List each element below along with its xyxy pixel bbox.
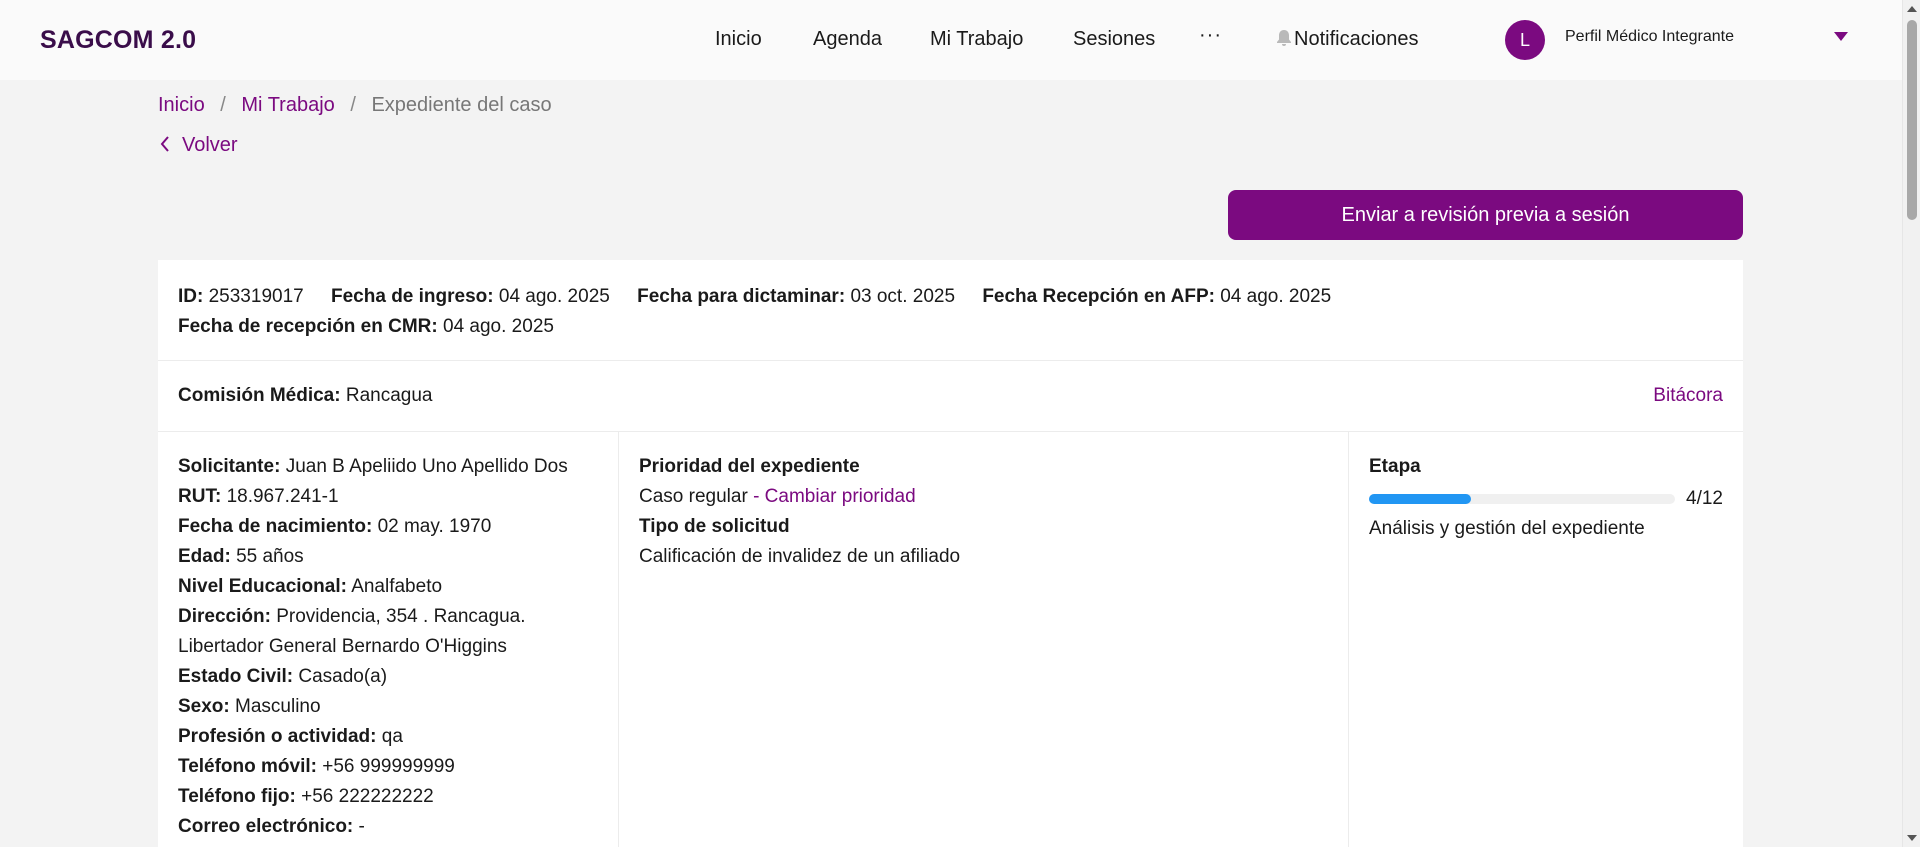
tipo-solicitud-title: Tipo de solicitud: [639, 516, 790, 537]
field-value: qa: [381, 726, 403, 747]
progress-label: 4/12: [1686, 488, 1723, 509]
field-value: +56 999999999: [322, 756, 455, 777]
breadcrumb-mi-trabajo[interactable]: Mi Trabajo: [241, 94, 334, 116]
scroll-down-arrow-icon[interactable]: [1907, 835, 1917, 841]
fecha-afp-value: 04 ago. 2025: [1220, 286, 1332, 307]
back-button[interactable]: Volver: [160, 134, 238, 157]
bell-icon: [1277, 30, 1291, 46]
fecha-ingreso-label: Fecha de ingreso:: [331, 286, 494, 307]
solicitante-field-row: RUT: 18.967.241-1: [178, 482, 598, 512]
nav-notificaciones-label: Notificaciones: [1294, 28, 1419, 50]
breadcrumb-current: Expediente del caso: [371, 94, 552, 116]
field-label: Teléfono móvil:: [178, 756, 317, 777]
nav-mi-trabajo[interactable]: Mi Trabajo: [930, 28, 1023, 51]
nav-agenda[interactable]: Agenda: [813, 28, 882, 51]
field-label: Fecha de nacimiento:: [178, 516, 373, 537]
solicitante-field-row: Edad: 55 años: [178, 542, 598, 572]
back-label: Volver: [182, 134, 238, 156]
top-navigation-bar: SAGCOM 2.0 Inicio Agenda Mi Trabajo Sesi…: [0, 0, 1902, 80]
case-ids-section: ID: 253319017 Fecha de ingreso: 04 ago. …: [158, 260, 1743, 361]
field-label: Edad:: [178, 546, 231, 567]
vertical-scrollbar[interactable]: [1902, 0, 1920, 847]
etapa-description: Análisis y gestión del expediente: [1369, 518, 1645, 539]
fecha-cmr-value: 04 ago. 2025: [443, 316, 554, 337]
field-value: Casado(a): [298, 666, 388, 687]
profile-name[interactable]: Perfil Médico Integrante: [1565, 28, 1734, 46]
nav-notificaciones[interactable]: Notificaciones: [1276, 28, 1419, 51]
field-value: Juan B Apeliido Uno Apellido Dos: [285, 456, 568, 477]
breadcrumb: Inicio / Mi Trabajo / Expediente del cas…: [158, 94, 552, 117]
etapa-progress: 4/12: [1369, 484, 1723, 514]
scrollbar-thumb[interactable]: [1907, 20, 1917, 220]
field-label: Sexo:: [178, 696, 230, 717]
fecha-cmr-label: Fecha de recepción en CMR:: [178, 316, 438, 337]
solicitante-field-row: Nivel Educacional: Analfabeto: [178, 572, 598, 602]
etapa-section: Etapa 4/12 Análisis y gestión del expedi…: [1349, 432, 1743, 847]
nav-sesiones[interactable]: Sesiones: [1073, 28, 1155, 51]
fecha-afp-label: Fecha Recepción en AFP:: [982, 286, 1215, 307]
id-label: ID:: [178, 286, 204, 307]
comision-label: Comisión Médica:: [178, 385, 341, 406]
send-to-review-button[interactable]: Enviar a revisión previa a sesión: [1228, 190, 1743, 240]
cambiar-prioridad-link[interactable]: Cambiar prioridad: [765, 486, 916, 507]
comision-value: Rancagua: [345, 385, 433, 406]
case-card: ID: 253319017 Fecha de ingreso: 04 ago. …: [158, 260, 1743, 847]
chevron-left-icon: [160, 136, 169, 152]
breadcrumb-separator: /: [350, 94, 356, 116]
field-label: Teléfono fijo:: [178, 786, 296, 807]
bitacora-link[interactable]: Bitácora: [1653, 385, 1723, 407]
prioridad-separator: -: [753, 486, 760, 507]
field-value: 18.967.241-1: [226, 486, 339, 507]
tipo-solicitud-value: Calificación de invalidez de un afiliado: [639, 546, 961, 567]
prioridad-title: Prioridad del expediente: [639, 456, 860, 477]
id-value: 253319017: [208, 286, 304, 307]
breadcrumb-inicio[interactable]: Inicio: [158, 94, 205, 116]
chevron-down-icon[interactable]: [1834, 32, 1848, 41]
avatar[interactable]: L: [1505, 20, 1545, 60]
prioridad-section: Prioridad del expediente Caso regular - …: [619, 432, 1349, 847]
solicitante-field-row: Solicitante: Juan B Apeliido Uno Apellid…: [178, 452, 598, 482]
field-label: Dirección:: [178, 606, 271, 627]
solicitante-field-row: Correo electrónico: -: [178, 812, 598, 842]
etapa-title: Etapa: [1369, 456, 1421, 477]
field-label: Estado Civil:: [178, 666, 294, 687]
field-value: 02 may. 1970: [377, 516, 492, 537]
field-value: +56 222222222: [301, 786, 434, 807]
field-label: Profesión o actividad:: [178, 726, 377, 747]
scroll-up-arrow-icon[interactable]: [1907, 6, 1917, 12]
field-label: Solicitante:: [178, 456, 281, 477]
solicitante-section: Solicitante: Juan B Apeliido Uno Apellid…: [158, 432, 619, 847]
solicitante-fields: Solicitante: Juan B Apeliido Uno Apellid…: [178, 452, 598, 842]
solicitante-field-row: Fecha de nacimiento: 02 may. 1970: [178, 512, 598, 542]
fecha-dictaminar-label: Fecha para dictaminar:: [637, 286, 846, 307]
nav-inicio[interactable]: Inicio: [715, 28, 762, 51]
solicitante-field-row: Teléfono móvil: +56 999999999: [178, 752, 598, 782]
field-value: Analfabeto: [351, 576, 443, 597]
breadcrumb-separator: /: [220, 94, 226, 116]
field-label: Correo electrónico:: [178, 816, 354, 837]
field-value: Masculino: [235, 696, 321, 717]
solicitante-field-row: Sexo: Masculino: [178, 692, 598, 722]
solicitante-field-row: Estado Civil: Casado(a): [178, 662, 598, 692]
fecha-dictaminar-value: 03 oct. 2025: [850, 286, 956, 307]
field-label: Nivel Educacional:: [178, 576, 347, 597]
fecha-ingreso-value: 04 ago. 2025: [498, 286, 610, 307]
field-value: 55 años: [236, 546, 304, 567]
solicitante-field-row: Teléfono fijo: +56 222222222: [178, 782, 598, 812]
field-label: RUT:: [178, 486, 222, 507]
comision-section: Comisión Médica: Rancagua Bitácora: [158, 361, 1743, 432]
field-value: -: [358, 816, 365, 837]
solicitante-field-row: Dirección: Providencia, 354 . Rancagua. …: [178, 602, 598, 662]
progress-track: [1369, 494, 1675, 504]
app-brand[interactable]: SAGCOM 2.0: [40, 26, 196, 55]
nav-more-button[interactable]: ···: [1199, 24, 1222, 47]
prioridad-value: Caso regular: [639, 486, 748, 507]
progress-fill: [1369, 494, 1471, 504]
solicitante-field-row: Profesión o actividad: qa: [178, 722, 598, 752]
